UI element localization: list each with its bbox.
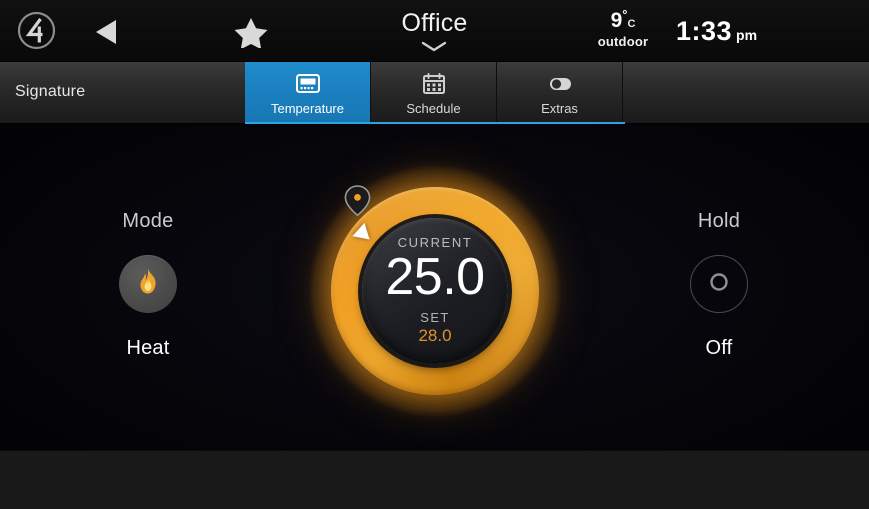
room-selector[interactable]: Office bbox=[401, 8, 468, 52]
current-temperature-value: 25.0 bbox=[385, 247, 485, 306]
signature-label: Signature bbox=[15, 83, 86, 100]
tab-extras[interactable]: Extras bbox=[497, 62, 623, 124]
dial-face: CURRENT 25.0 SET 28.0 bbox=[362, 218, 508, 364]
hold-button[interactable] bbox=[690, 255, 748, 313]
temperature-unit: C bbox=[627, 18, 636, 30]
mode-button[interactable] bbox=[119, 255, 177, 313]
tab-extras-label: Extras bbox=[541, 101, 578, 116]
tab-list: Temperature Schedule Extras bbox=[245, 62, 623, 124]
hold-title: Hold bbox=[697, 210, 741, 232]
mode-state-label: Heat bbox=[126, 337, 170, 359]
top-navigation-bar: Office 9°C outdoor 1:33 pm bbox=[0, 0, 869, 62]
mode-control: Mode Heat bbox=[58, 210, 238, 360]
dial-handle-icon[interactable] bbox=[341, 184, 374, 217]
outdoor-temperature-row: 9°C bbox=[578, 8, 668, 31]
flame-icon bbox=[135, 267, 161, 302]
mode-title: Mode bbox=[122, 210, 174, 232]
calendar-icon bbox=[421, 71, 447, 97]
room-name-label: Office bbox=[401, 8, 468, 37]
thermostat-dial[interactable]: CURRENT 25.0 SET 28.0 bbox=[311, 167, 559, 415]
outdoor-temperature-value: 9 bbox=[610, 9, 623, 32]
back-arrow-icon[interactable] bbox=[92, 17, 126, 47]
hold-control: Hold Off bbox=[629, 210, 809, 360]
main-content: Mode Heat CURRENT 25.0 SET 28.0 Hold Off bbox=[0, 124, 869, 450]
set-temperature-value: 28.0 bbox=[418, 325, 452, 345]
set-temperature-label: SET bbox=[420, 309, 450, 325]
control4-logo-icon[interactable] bbox=[14, 8, 59, 53]
bottom-bar bbox=[0, 450, 869, 509]
clock-time: 1:33 bbox=[676, 16, 733, 46]
thermostat-icon bbox=[293, 71, 323, 97]
tab-temperature[interactable]: Temperature bbox=[245, 62, 371, 124]
outdoor-label: outdoor bbox=[597, 34, 649, 49]
outdoor-weather: 9°C outdoor bbox=[578, 8, 668, 56]
clock: 1:33 pm bbox=[676, 18, 757, 45]
tab-schedule[interactable]: Schedule bbox=[371, 62, 497, 124]
power-circle-icon bbox=[704, 267, 734, 302]
tab-schedule-label: Schedule bbox=[406, 101, 461, 116]
thermostat-screen: Office 9°C outdoor 1:33 pm Signature Tem… bbox=[0, 0, 869, 509]
hold-state-label: Off bbox=[705, 337, 733, 359]
toggle-switch-icon bbox=[545, 71, 575, 97]
star-icon[interactable] bbox=[232, 16, 270, 50]
clock-meridiem: pm bbox=[736, 27, 758, 43]
tab-temperature-label: Temperature bbox=[271, 101, 344, 116]
chevron-down-icon bbox=[422, 41, 447, 51]
